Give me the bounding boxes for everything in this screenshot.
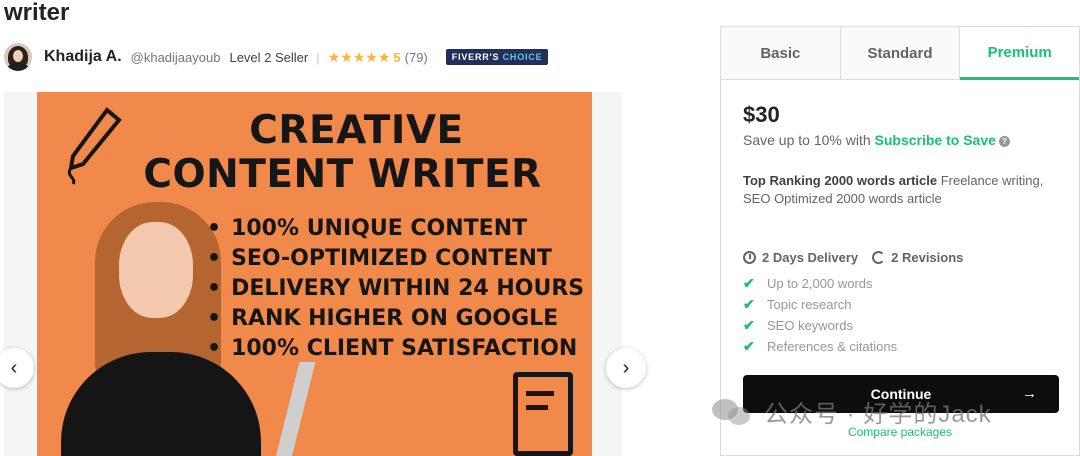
package-panel: Basic Standard Premium $30 Save up to 10…: [720, 26, 1080, 456]
rating-score: 5: [393, 49, 401, 65]
gallery-next-button[interactable]: ›: [606, 348, 646, 388]
wechat-watermark: 公众号 · 好学的Jack: [712, 394, 992, 429]
hero-bullet: 100% UNIQUE CONTENT: [207, 214, 584, 244]
hero-bullets: 100% UNIQUE CONTENT SEO-OPTIMIZED CONTEN…: [207, 214, 584, 364]
revisions-count: 2 Revisions: [891, 250, 964, 265]
tab-premium[interactable]: Premium: [960, 27, 1080, 80]
list-item: ✔ Up to 2,000 words: [743, 273, 1057, 294]
tab-standard[interactable]: Standard: [840, 27, 961, 79]
star-rating-icon: ★★★★★: [327, 48, 391, 65]
seller-overview: Khadija A. @khadijaayoub Level 2 Seller …: [4, 42, 564, 72]
divider: |: [316, 49, 320, 65]
gallery-image[interactable]: CREATIVE CONTENT WRITER 100% UNIQUE CONT…: [37, 92, 592, 456]
check-icon: ✔: [743, 338, 755, 354]
tab-basic[interactable]: Basic: [721, 27, 841, 79]
hero-bullet: 100% CLIENT SATISFACTION: [207, 334, 584, 364]
gig-title: writer: [4, 0, 70, 26]
gig-gallery: CREATIVE CONTENT WRITER 100% UNIQUE CONT…: [0, 92, 646, 456]
help-icon[interactable]: ?: [998, 135, 1010, 147]
chevron-right-icon: ›: [622, 356, 630, 379]
seller-name[interactable]: Khadija A.: [44, 48, 122, 66]
check-icon: ✔: [743, 296, 755, 312]
seller-handle: @khadijaayoub: [130, 49, 221, 65]
feature-list: ✔ Up to 2,000 words ✔ Topic research ✔ SEO …: [743, 273, 1057, 357]
package-description: Top Ranking 2000 words article Freelance…: [743, 173, 1044, 206]
document-edit-icon: [513, 372, 573, 456]
list-item: ✔ References & citations: [743, 336, 1057, 357]
chevron-left-icon: ‹: [10, 356, 18, 379]
refresh-icon: [872, 251, 886, 264]
check-icon: ✔: [743, 275, 755, 291]
seller-avatar[interactable]: [4, 43, 32, 71]
gallery-prev-button[interactable]: ‹: [0, 348, 34, 388]
review-count[interactable]: (79): [405, 50, 428, 65]
subscribe-save-line: Save up to 10% with Subscribe to Save?: [743, 132, 1057, 148]
list-item: ✔ Topic research: [743, 294, 1057, 315]
laptop-image: [274, 362, 316, 456]
check-icon: ✔: [743, 317, 755, 333]
package-meta: 2 Days Delivery 2 Revisions: [743, 250, 1057, 265]
hero-bullet: SEO-OPTIMIZED CONTENT: [207, 244, 584, 274]
delivery-time: 2 Days Delivery: [762, 250, 859, 265]
hero-bullet: DELIVERY WITHIN 24 HOURS: [207, 274, 584, 304]
seller-level: Level 2 Seller: [229, 49, 309, 65]
arrow-right-icon: →: [1022, 385, 1037, 402]
hero-headline-1: CREATIVE: [249, 108, 464, 153]
package-tabs: Basic Standard Premium: [721, 27, 1080, 80]
fiverrs-choice-badge: FIVERR'S CHOICE: [445, 49, 549, 65]
hero-bullet: RANK HIGHER ON GOOGLE: [207, 304, 584, 334]
hero-headline-2: CONTENT WRITER: [143, 152, 542, 197]
list-item: ✔ SEO keywords: [743, 315, 1057, 336]
clock-icon: [743, 251, 756, 264]
subscribe-to-save-link[interactable]: Subscribe to Save: [875, 132, 996, 148]
package-price: $30: [743, 102, 780, 127]
wechat-icon: [712, 397, 752, 427]
